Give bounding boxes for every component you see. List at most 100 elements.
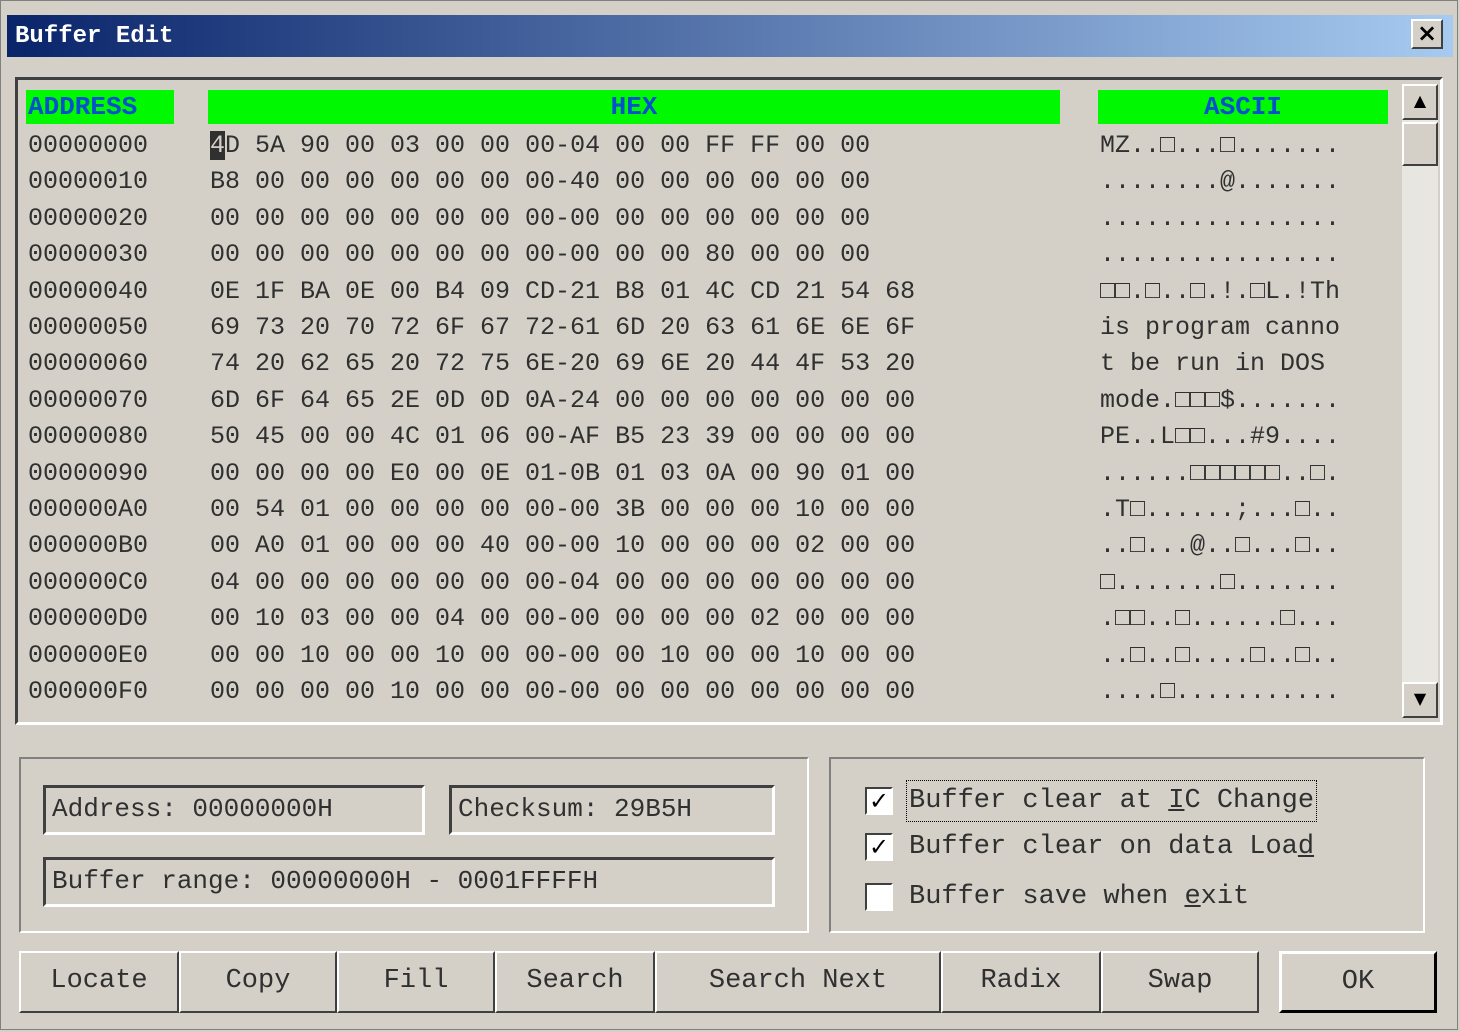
option-access-key: e [1184,882,1201,912]
row-hex[interactable]: 00 00 10 00 00 10 00 00-00 00 10 00 00 1… [210,638,1080,674]
row-hex[interactable]: 00 54 01 00 00 00 00 00-00 3B 00 00 00 1… [210,492,1080,528]
option-label[interactable]: Buffer save when exit [909,879,1249,915]
buffer-edit-window: Buffer Edit × ADDRESS HEX ASCII 00000000… [0,0,1458,1030]
row-hex[interactable]: 00 10 03 00 00 04 00 00-00 00 00 00 02 0… [210,601,1080,637]
row-ascii[interactable]: t be run in DOS [1100,346,1400,382]
hex-column-header: HEX [208,90,1060,124]
title-bar[interactable]: Buffer Edit × [7,15,1453,57]
row-hex-bytes: 00 10 03 00 00 04 00 00-00 00 00 00 02 0… [210,604,916,634]
scroll-thumb[interactable] [1402,122,1438,166]
locate-button[interactable]: Locate [19,951,179,1013]
row-address: 000000A0 [28,495,149,524]
option-label-text: Buffer save when [909,882,1185,912]
row-ascii[interactable]: ..□..□....□..□.. [1100,638,1400,674]
search-button[interactable]: Search [495,951,655,1013]
row-ascii[interactable]: ......□□□□□□..□. [1100,456,1400,492]
row-hex[interactable]: 4D 5A 90 00 03 00 00 00-04 00 00 FF FF 0… [210,128,1080,164]
option-label[interactable]: Buffer clear at IC Change [905,780,1318,822]
option-checkbox[interactable]: ✓ [865,833,893,861]
radix-button[interactable]: Radix [941,951,1101,1013]
scroll-up-button[interactable]: ▲ [1402,84,1438,120]
row-hex[interactable]: 69 73 20 70 72 6F 67 72-61 6D 20 63 61 6… [210,310,1080,346]
row-hex[interactable]: 00 00 00 00 10 00 00 00-00 00 00 00 00 0… [210,674,1080,710]
row-address: 000000F0 [28,677,149,706]
swap-button[interactable]: Swap [1101,951,1259,1013]
row-hex[interactable]: 00 A0 01 00 00 00 40 00-00 10 00 00 00 0… [210,528,1080,564]
row-hex-bytes: 6D 6F 64 65 2E 0D 0D 0A-24 00 00 00 00 0… [210,385,916,415]
option-checkbox[interactable] [865,883,893,911]
row-address: 00000020 [28,203,149,233]
row-ascii[interactable]: □□.□..□.!.□L.!Th [1100,274,1400,310]
row-hex[interactable]: 50 45 00 00 4C 01 06 00-AF B5 23 39 00 0… [210,419,1080,455]
row-hex[interactable]: 6D 6F 64 65 2E 0D 0D 0A-24 00 00 00 00 0… [210,383,1080,419]
option-label-text: C Change [1184,786,1315,816]
row-ascii[interactable]: ..□...@..□...□.. [1100,528,1400,564]
row-hex[interactable]: 0E 1F BA 0E 00 B4 09 CD-21 B8 01 4C CD 2… [210,274,1080,310]
row-hex-bytes: 00 00 00 00 00 00 00 00-00 00 00 80 00 0… [210,240,871,270]
option-label-text: Buffer clear on data Loa [909,832,1298,862]
row-hex[interactable]: 00 00 00 00 00 00 00 00-00 00 00 80 00 0… [210,237,1080,273]
option-label-text: Buffer clear at [909,786,1169,816]
option-checkbox[interactable]: ✓ [865,787,893,815]
row-hex-bytes: B8 00 00 00 00 00 00 00-40 00 00 00 00 0… [210,167,871,197]
row-address: 00000090 [28,458,149,488]
row-ascii[interactable]: .T□......;...□.. [1100,492,1400,528]
row-hex[interactable]: 00 00 00 00 E0 00 0E 01-0B 01 03 0A 00 9… [210,456,1080,492]
ok-button[interactable]: OK [1279,951,1437,1013]
row-hex-bytes: 00 54 01 00 00 00 00 00-00 3B 00 00 00 1… [210,495,916,524]
row-ascii[interactable]: □.......□....... [1100,565,1400,601]
row-hex-bytes: 00 A0 01 00 00 00 40 00-00 10 00 00 00 0… [210,531,916,561]
checksum-field: Checksum: 29B5H [449,785,775,835]
search-next-button[interactable]: Search Next [655,951,941,1013]
row-ascii[interactable]: PE..L□□...#9.... [1100,419,1400,455]
row-address: 00000060 [28,349,149,379]
row-address: 00000030 [28,240,149,270]
row-hex-bytes: 69 73 20 70 72 6F 67 72-61 6D 20 63 61 6… [210,313,916,342]
address-field: Address: 00000000H [43,785,425,835]
row-hex-bytes: 74 20 62 65 20 72 75 6E-20 69 6E 20 44 4… [210,349,916,379]
row-ascii[interactable]: ........@....... [1100,164,1400,200]
row-ascii[interactable]: ....□........... [1100,674,1400,710]
row-hex-bytes: 00 00 10 00 00 10 00 00-00 00 10 00 00 1… [210,640,916,670]
row-address: 000000C0 [28,567,149,597]
vertical-scrollbar[interactable]: ▲ ▼ [1402,84,1438,718]
checkmark-icon: ✓ [868,787,890,815]
option-label[interactable]: Buffer clear on data Load [909,829,1314,865]
row-hex[interactable]: 74 20 62 65 20 72 75 6E-20 69 6E 20 44 4… [210,346,1080,382]
row-hex[interactable]: 04 00 00 00 00 00 00 00-04 00 00 00 00 0… [210,565,1080,601]
row-hex-bytes: 04 00 00 00 00 00 00 00-04 00 00 00 00 0… [210,567,916,597]
fill-button[interactable]: Fill [337,951,495,1013]
info-group: Address: 00000000H Checksum: 29B5H Buffe… [19,757,809,933]
checkmark-icon: ✓ [868,833,890,861]
row-ascii[interactable]: MZ..□...□....... [1100,128,1400,164]
option-access-key: I [1168,786,1185,816]
row-address: 00000080 [28,422,149,452]
copy-button[interactable]: Copy [179,951,337,1013]
address-column-header: ADDRESS [26,90,174,124]
ascii-column-header: ASCII [1098,90,1388,124]
row-ascii[interactable]: mode.□□□$....... [1100,383,1400,419]
row-hex-bytes: 00 00 00 00 00 00 00 00-00 00 00 00 00 0… [210,203,871,233]
row-ascii[interactable]: is program canno [1100,310,1400,346]
row-hex[interactable]: 00 00 00 00 00 00 00 00-00 00 00 00 00 0… [210,201,1080,237]
row-address: 00000040 [28,276,149,306]
row-hex-bytes: 00 00 00 00 E0 00 0E 01-0B 01 03 0A 00 9… [210,458,916,488]
arrow-down-icon: ▼ [1413,689,1427,708]
row-hex-bytes: 00 00 00 00 10 00 00 00-00 00 00 00 00 0… [210,677,916,706]
scroll-down-button[interactable]: ▼ [1402,682,1438,718]
close-button[interactable]: × [1411,19,1443,49]
buffer-range-field: Buffer range: 00000000H - 0001FFFFH [43,857,775,907]
row-address: 00000010 [28,167,149,197]
row-address: 000000E0 [28,640,149,670]
option-access-key: d [1297,832,1315,862]
row-ascii[interactable]: ................ [1100,201,1400,237]
options-group: ✓ Buffer clear at IC Change ✓ Buffer clear … [829,757,1425,933]
row-ascii[interactable]: .□□..□......□... [1100,601,1400,637]
row-hex[interactable]: B8 00 00 00 00 00 00 00-40 00 00 00 00 0… [210,164,1080,200]
arrow-up-icon: ▲ [1413,91,1427,110]
row-hex-bytes: 50 45 00 00 4C 01 06 00-AF B5 23 39 00 0… [210,422,916,452]
hex-view[interactable]: ADDRESS HEX ASCII 00000000 4D 5A 90 00 03… [15,77,1443,725]
row-ascii[interactable]: ................ [1100,237,1400,273]
close-icon: × [1416,19,1438,47]
window-title: Buffer Edit [15,23,174,50]
